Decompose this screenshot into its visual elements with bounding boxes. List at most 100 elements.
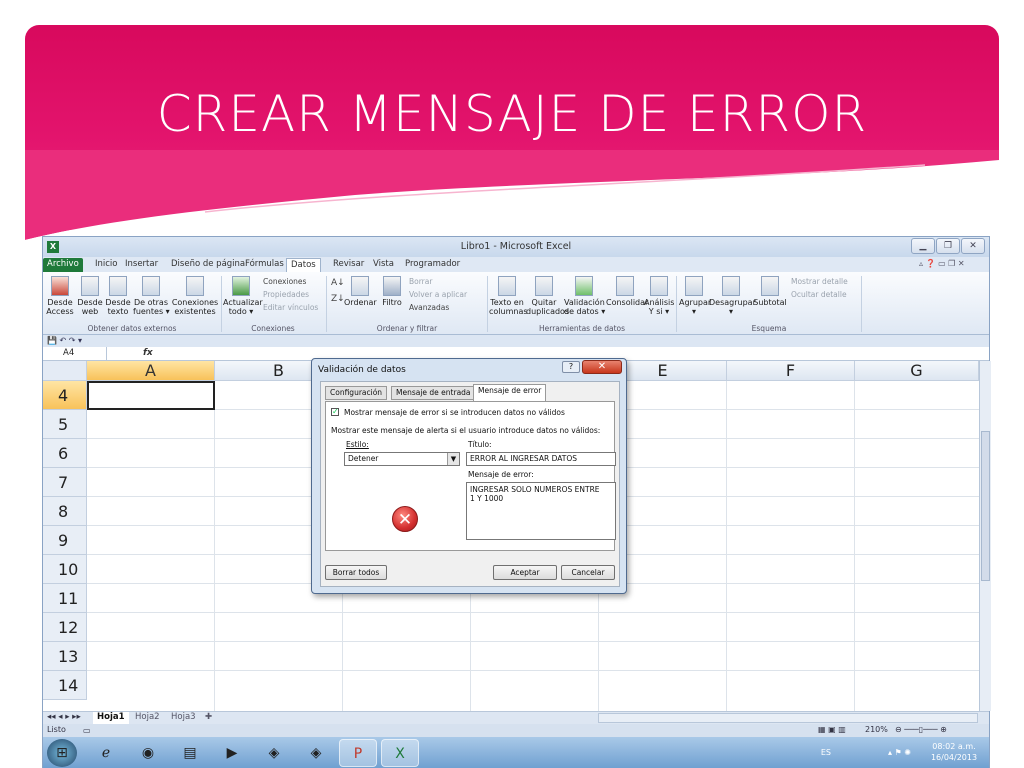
row-header-8[interactable]: 8 [43,497,87,526]
show-error-checkbox[interactable]: ✓ [331,408,339,416]
powerpoint-icon[interactable]: P [339,739,377,767]
dialog-close-icon[interactable]: ✕ [582,360,622,374]
filtro-button[interactable]: Filtro [379,276,405,307]
row-header-14[interactable]: 14 [43,671,87,700]
conexiones-link[interactable]: Conexiones [263,276,306,287]
desagrupar-button[interactable]: Desagrupar ▾ [709,276,756,316]
consolidar-button[interactable]: Consolidar [606,276,648,307]
zoom-level[interactable]: 210% [865,724,888,736]
undo-icon[interactable]: ↶ [60,336,67,345]
customize-qat-icon[interactable]: ▾ [78,336,82,345]
sort-az-icon[interactable]: A↓ [331,278,345,289]
save-icon[interactable]: 💾 [47,336,57,345]
texto-columnas-button[interactable]: Texto en columnas [489,276,528,316]
dialog-body: Configuración Mensaje de entrada Mensaje… [320,381,620,587]
redo-icon[interactable]: ↷ [69,336,76,345]
ordenar-button[interactable]: Ordenar [344,276,377,307]
tab-programador[interactable]: Programador [401,258,464,272]
validacion-datos-button[interactable]: Validación de datos ▾ [564,276,605,316]
tab-revisar[interactable]: Revisar [329,258,368,272]
desde-texto-button[interactable]: Desde texto [104,276,132,316]
macro-record-icon[interactable]: ▭ [83,725,91,737]
desde-access-button[interactable]: Desde Access [46,276,74,316]
row-header-4[interactable]: 4 [43,381,87,410]
dialog-tab-configuracion[interactable]: Configuración [325,386,388,400]
insert-sheet-icon[interactable]: ✚ [201,712,216,724]
app-shield-2-icon[interactable]: ◈ [297,739,335,767]
column-header-f[interactable]: F [727,361,855,381]
sheet-tab-hoja1[interactable]: Hoja1 [93,712,129,724]
editar-vinculos-link[interactable]: Editar vínculos [263,302,318,313]
style-select[interactable]: Detener ▼ [344,452,460,466]
row-header-6[interactable]: 6 [43,439,87,468]
quitar-duplicados-button[interactable]: Quitar duplicados [526,276,569,316]
horizontal-scrollbar[interactable] [598,713,978,723]
volver-aplicar-link[interactable]: Volver a aplicar [409,289,467,300]
clear-all-button[interactable]: Borrar todos [325,565,387,580]
active-cell-a4[interactable] [87,381,215,410]
internet-explorer-icon[interactable]: ℯ [87,739,125,767]
row-header-13[interactable]: 13 [43,642,87,671]
dialog-tab-mensaje-entrada[interactable]: Mensaje de entrada [391,386,476,400]
clock[interactable]: 08:02 a.m. 16/04/2013 [927,741,981,763]
tab-archivo[interactable]: Archivo [43,258,83,272]
avanzadas-link[interactable]: Avanzadas [409,302,449,313]
actualizar-todo-button[interactable]: Actualizar todo ▾ [223,276,263,316]
chevron-down-icon[interactable]: ▼ [447,453,459,465]
agrupar-button[interactable]: Agrupar ▾ [679,276,711,316]
otras-fuentes-button[interactable]: De otras fuentes ▾ [133,276,170,316]
row-header-5[interactable]: 5 [43,410,87,439]
row-header-7[interactable]: 7 [43,468,87,497]
subtotal-button[interactable]: Subtotal [753,276,787,307]
tab-formulas[interactable]: Fórmulas [241,258,288,272]
tab-insertar[interactable]: Insertar [121,258,162,272]
start-orb-icon[interactable]: ⊞ [47,739,77,767]
dialog-tab-mensaje-error[interactable]: Mensaje de error [473,384,547,401]
mostrar-detalle-link[interactable]: Mostrar detalle [791,276,848,287]
vertical-scrollbar[interactable] [979,361,991,711]
ocultar-detalle-link[interactable]: Ocultar detalle [791,289,847,300]
media-player-icon[interactable]: ▶ [213,739,251,767]
analisis-y-si-button[interactable]: Análisis Y si ▾ [644,276,674,316]
chrome-icon[interactable]: ◉ [129,739,167,767]
cancel-button[interactable]: Cancelar [561,565,615,580]
sheet-tab-hoja2[interactable]: Hoja2 [131,712,164,724]
language-indicator[interactable]: ES [821,747,831,758]
view-buttons-icon[interactable]: ▦ ▣ ▥ [818,724,846,736]
file-explorer-icon[interactable]: ▤ [171,739,209,767]
error-message-textarea[interactable]: INGRESAR SOLO NUMEROS ENTRE 1 Y 1000 [466,482,616,540]
ok-button[interactable]: Aceptar [493,565,557,580]
row-header-11[interactable]: 11 [43,584,87,613]
conexiones-existentes-button[interactable]: Conexiones existentes [171,276,219,316]
tab-diseno-pagina[interactable]: Diseño de página [167,258,249,272]
propiedades-link[interactable]: Propiedades [263,289,309,300]
column-header-a[interactable]: A [87,361,215,381]
zoom-slider[interactable]: ⊖ ───▯─── ⊕ [895,724,947,736]
sheet-tab-hoja3[interactable]: Hoja3 [167,712,200,724]
excel-taskbar-icon[interactable]: X [381,739,419,767]
restore-icon[interactable]: ❐ [936,238,960,254]
row-header-12[interactable]: 12 [43,613,87,642]
tab-inicio[interactable]: Inicio [91,258,122,272]
name-box[interactable]: A4 [43,347,107,361]
error-title-input[interactable]: ERROR AL INGRESAR DATOS [466,452,616,466]
desde-web-button[interactable]: Desde web [76,276,104,316]
select-all-corner[interactable] [43,361,87,381]
tab-vista[interactable]: Vista [369,258,398,272]
row-header-9[interactable]: 9 [43,526,87,555]
help-icon[interactable]: ? [562,361,580,373]
column-header-g[interactable]: G [855,361,979,381]
sort-za-icon[interactable]: Z↓ [331,294,345,305]
tab-datos[interactable]: Datos [286,258,321,272]
close-icon[interactable]: ✕ [961,238,985,254]
tray-icons[interactable]: ▴ ⚑ ✺ [888,747,911,758]
scrollbar-thumb[interactable] [981,431,990,581]
sheet-nav-arrows-icon[interactable]: ◂◂ ◂ ▸ ▸▸ [43,712,85,724]
ribbon-help-controls-icon[interactable]: ▵ ❓ ▭ ❐ ✕ [919,259,965,268]
fx-icon[interactable]: fx [143,348,153,358]
app-shield-1-icon[interactable]: ◈ [255,739,293,767]
minimize-icon[interactable]: ▁ [911,238,935,254]
row-header-10[interactable]: 10 [43,555,87,584]
borrar-filtro-link[interactable]: Borrar [409,276,432,287]
show-error-checkbox-label[interactable]: Mostrar mensaje de error si se introduce… [344,408,565,417]
